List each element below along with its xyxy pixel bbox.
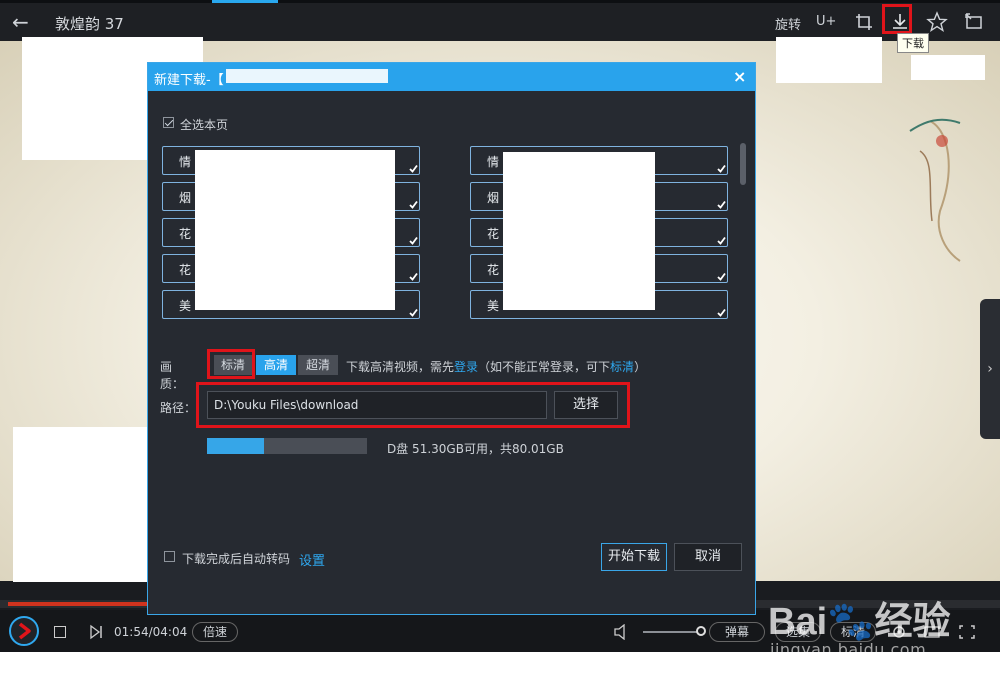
star-icon[interactable]: [926, 11, 948, 33]
quality-option-super[interactable]: 超清: [298, 355, 338, 375]
side-panel-toggle[interactable]: ›: [980, 299, 1000, 439]
cancel-button[interactable]: 取消: [674, 543, 742, 571]
quality-option-high[interactable]: 高清: [256, 355, 296, 375]
speed-button[interactable]: 倍速: [192, 622, 238, 642]
start-download-button[interactable]: 开始下载: [601, 543, 667, 571]
standard-quality-link[interactable]: 标清: [610, 360, 634, 374]
episode-check-icon: [717, 236, 726, 245]
transcode-settings-link[interactable]: 设置: [299, 550, 325, 569]
title-bar: ← 敦煌韵 37 旋转 U+: [0, 3, 1000, 41]
episode-check-icon: [409, 164, 418, 173]
watermark-paw-icon: 🐾: [827, 601, 875, 643]
video-title: 敦煌韵 37: [55, 15, 124, 33]
danmaku-button[interactable]: 弹幕: [709, 622, 765, 642]
select-all-label: 全选本页: [180, 118, 229, 132]
download-highlight-box: [882, 4, 912, 34]
title-redaction: [226, 69, 388, 83]
dialog-header: 新建下载-【 ×: [148, 63, 755, 91]
play-button[interactable]: [9, 616, 39, 646]
next-icon[interactable]: [88, 624, 104, 640]
quality-note-prefix: 下载高清视频，需先: [346, 360, 455, 374]
episode-check-icon: [409, 272, 418, 281]
volume-slider[interactable]: [643, 631, 701, 633]
mini-window-icon[interactable]: [963, 11, 985, 33]
redaction-block: [13, 427, 148, 582]
fullscreen-icon[interactable]: [958, 624, 976, 640]
episode-scrollbar[interactable]: [740, 143, 746, 185]
rotate-button[interactable]: 旋转: [775, 14, 801, 33]
episode-check-icon: [409, 308, 418, 317]
login-link[interactable]: 登录: [454, 360, 478, 374]
path-label: 路径：: [160, 401, 197, 415]
auto-transcode-checkbox[interactable]: [164, 551, 175, 562]
close-icon[interactable]: ×: [733, 67, 746, 86]
watermark-brand: Bai: [768, 601, 828, 643]
crop-icon[interactable]: [853, 11, 875, 33]
redaction-block: [776, 37, 882, 83]
redaction-block: [195, 150, 395, 310]
quality-note-suffix: ）: [634, 360, 647, 374]
select-all-checkbox[interactable]: [163, 117, 174, 128]
watermark-logo: Bai🐾经验: [768, 590, 950, 645]
stop-button[interactable]: [54, 626, 66, 638]
episode-check-icon: [717, 272, 726, 281]
uplus-button[interactable]: U+: [816, 14, 836, 29]
volume-icon[interactable]: [613, 624, 631, 640]
progress-fill: [8, 602, 153, 606]
disk-usage-bar: [207, 438, 367, 454]
episode-check-icon: [717, 164, 726, 173]
standard-quality-highlight-box: [207, 349, 255, 379]
redaction-block: [911, 55, 985, 80]
episode-check-icon: [409, 200, 418, 209]
episode-check-icon: [717, 200, 726, 209]
episode-check-icon: [717, 308, 726, 317]
watermark-brand-cn: 经验: [874, 601, 951, 643]
path-highlight-box: [196, 382, 630, 428]
back-arrow-icon[interactable]: ←: [12, 11, 34, 33]
time-display: 01:54/04:04: [114, 625, 188, 639]
disk-usage-text: D盘 51.30GB可用，共80.01GB: [387, 442, 564, 456]
download-tooltip: 下载: [897, 33, 929, 53]
quality-label: 画质：: [160, 360, 185, 391]
disk-usage-fill: [207, 438, 265, 454]
volume-knob[interactable]: [696, 626, 706, 636]
play-icon: [18, 622, 31, 640]
video-player: ← 敦煌韵 37 旋转 U+ › 下载 01:54/04:04 倍速 弹幕 选集…: [0, 0, 1000, 652]
dialog-title: 新建下载-【: [154, 73, 224, 88]
quality-note-middle: （如不能正常登录，可下: [478, 360, 611, 374]
redaction-block: [503, 152, 655, 310]
new-download-dialog: 新建下载-【 × 全选本页 情烟花花美情烟花花美 画质： 标清 高清 超清 下载…: [147, 62, 756, 615]
dialog-body: 全选本页 情烟花花美情烟花花美 画质： 标清 高清 超清 下载高清视频，需先登录…: [148, 91, 755, 614]
watermark-url: jingyan.baidu.com: [770, 640, 927, 652]
decorative-figure: [909, 118, 961, 262]
auto-transcode-label: 下载完成后自动转码: [182, 552, 291, 566]
quality-note: 下载高清视频，需先登录（如不能正常登录，可下标清）: [346, 358, 646, 375]
episode-check-icon: [409, 236, 418, 245]
